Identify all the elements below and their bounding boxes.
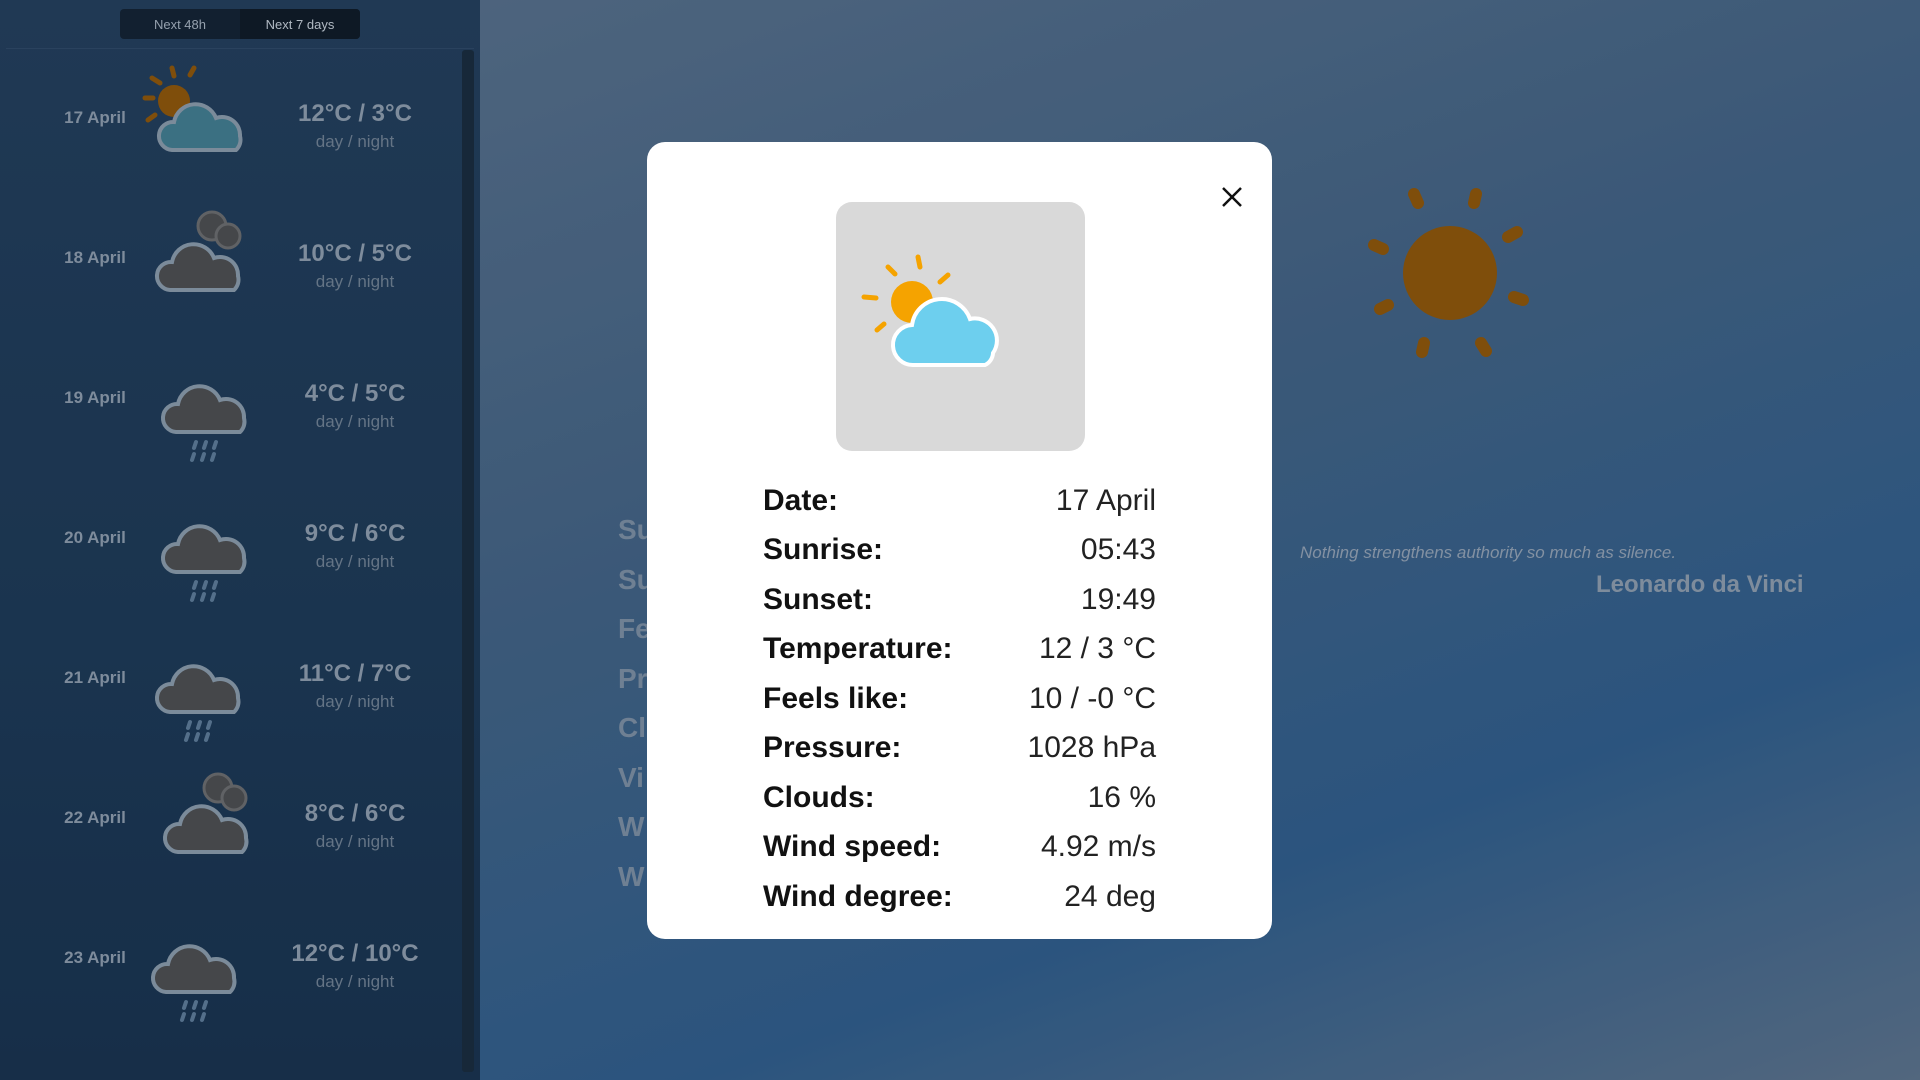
detail-row-clouds: Clouds: 16 % [763, 773, 1156, 823]
weather-icon-box [836, 202, 1085, 451]
details-list: Date: 17 April Sunrise: 05:43 Sunset: 19… [763, 476, 1156, 922]
detail-label: Wind degree: [763, 879, 953, 913]
detail-row-temperature: Temperature: 12 / 3 °C [763, 625, 1156, 675]
day-details-modal: Date: 17 April Sunrise: 05:43 Sunset: 19… [647, 142, 1272, 939]
detail-label: Feels like: [763, 681, 909, 715]
detail-label: Date: [763, 483, 839, 517]
detail-row-date: Date: 17 April [763, 476, 1156, 526]
detail-value: 24 deg [1064, 879, 1156, 913]
partly-cloudy-icon [861, 254, 999, 368]
detail-value: 16 % [1087, 780, 1156, 814]
detail-label: Sunset: [763, 582, 874, 616]
detail-row-sunrise: Sunrise: 05:43 [763, 526, 1156, 576]
detail-value: 10 / -0 °C [1028, 681, 1156, 715]
detail-label: Temperature: [763, 632, 953, 666]
detail-value: 12 / 3 °C [1038, 632, 1156, 666]
detail-label: Clouds: [763, 780, 875, 814]
detail-value: 17 April [1055, 483, 1156, 517]
detail-value: 19:49 [1080, 582, 1156, 616]
detail-label: Wind speed: [763, 830, 942, 864]
detail-value: 1028 hPa [1027, 731, 1156, 765]
detail-row-feels-like: Feels like: 10 / -0 °C [763, 674, 1156, 724]
detail-value: 05:43 [1080, 533, 1156, 567]
close-icon[interactable] [1215, 180, 1249, 214]
detail-row-sunset: Sunset: 19:49 [763, 575, 1156, 625]
detail-row-pressure: Pressure: 1028 hPa [763, 724, 1156, 774]
detail-label: Sunrise: [763, 533, 884, 567]
detail-row-wind-speed: Wind speed: 4.92 m/s [763, 823, 1156, 873]
detail-value: 4.92 m/s [1040, 830, 1156, 864]
detail-label: Pressure: [763, 731, 902, 765]
detail-row-wind-degree: Wind degree: 24 deg [763, 872, 1156, 922]
